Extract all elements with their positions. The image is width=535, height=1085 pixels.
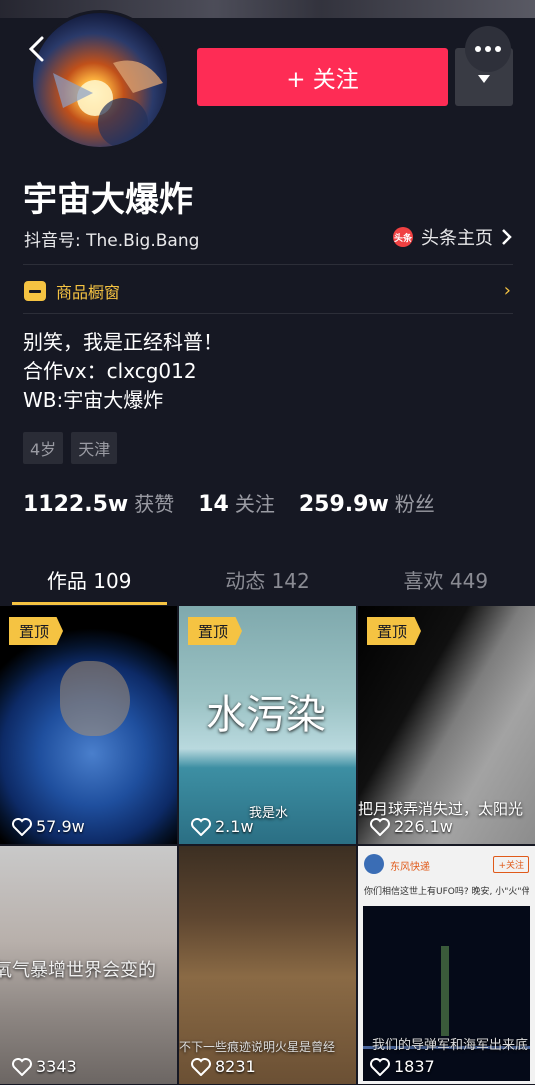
follow-button[interactable]: + 关注 [197,48,448,106]
like-count: 226.1w [370,817,453,836]
like-count-value: 3343 [36,1057,77,1076]
stat-label: 获赞 [134,492,175,516]
chevron-right-icon [502,229,512,245]
shop-icon [24,281,46,301]
dot-icon [495,46,501,52]
bio: 别笑，我是正经科普！ 合作vx：clxcg012 WB:宇宙大爆炸 [23,328,223,415]
heart-icon [191,1057,211,1076]
profile-header: + 关注 [0,0,535,150]
bio-line: WB:宇宙大爆炸 [23,388,164,412]
heart-icon [191,817,211,836]
stat-label: 关注 [234,492,275,516]
douyin-id: 抖音号: The.Big.Bang [24,231,200,251]
dot-icon [475,46,481,52]
like-count-value: 57.9w [36,817,85,836]
back-arrow-icon [28,36,44,62]
back-button[interactable] [22,34,52,64]
dot-icon [485,46,491,52]
like-count: 2.1w [191,817,254,836]
avatar[interactable] [30,10,170,150]
video-thumbnail[interactable]: 东风快递 +关注 你们相信这世上有UFO吗? 晚安, 小"火"伴~ 我们的导弹军… [358,846,535,1084]
rocket-shape [441,946,449,1036]
like-count-value: 1837 [394,1057,435,1076]
heart-icon [12,817,32,836]
shop-label: 商品橱窗 [56,283,121,302]
bio-line: 合作vx：clxcg012 [23,359,197,383]
shop-window-link[interactable]: 商品橱窗 [24,279,120,303]
age-tag: 4岁 [23,432,64,464]
active-tab-indicator [12,602,167,605]
toutiao-label: 头条主页 [421,228,493,249]
rocket-image [363,906,530,1081]
video-thumbnail[interactable]: 不下一些痕迹说明火星是曾经 8231 [179,846,356,1084]
account-avatar [364,854,384,874]
bio-line: 别笑，我是正经科普！ [23,330,223,354]
location-tag: 天津 [71,432,118,464]
video-thumbnail[interactable]: 置顶 水污染 我是水 2.1w [179,606,356,844]
content-tabs: 作品 109 动态 142 喜欢 449 [0,555,535,605]
tab-likes[interactable]: 喜欢 449 [357,555,535,605]
like-count: 3343 [12,1057,77,1076]
video-caption: 不下一些痕迹说明火星是曾经 [179,1040,336,1054]
pinned-badge: 置顶 [367,617,422,645]
post-text: 你们相信这世上有UFO吗? 晚安, 小"火"伴~ [364,887,529,897]
avatar-image [53,60,163,147]
like-count-value: 226.1w [394,817,453,836]
stat-followers[interactable]: 259.9w 粉丝 [299,488,435,517]
video-thumbnail[interactable]: 氧气暴增世界会变的 3343 [0,846,177,1084]
pinned-badge: 置顶 [188,617,243,645]
tab-works[interactable]: 作品 109 [0,555,178,605]
toutiao-icon: 头条 [393,227,413,247]
like-count: 57.9w [12,817,85,836]
like-count-value: 2.1w [215,817,254,836]
video-thumbnail[interactable]: 置顶 把月球弄消失过，太阳光 226.1w [358,606,535,844]
heart-icon [370,1057,390,1076]
video-grid: 置顶 57.9w 置顶 水污染 我是水 2.1w 置顶 把月球弄消失过，太阳光 … [0,606,535,1084]
video-subcaption: 我是水 [249,806,289,821]
more-menu-button[interactable] [465,26,511,72]
pinned-badge: 置顶 [9,617,64,645]
video-caption: 水污染 [206,692,326,738]
stat-number: 1122.5w [23,492,129,517]
profile-name: 宇宙大爆炸 [23,180,193,220]
like-count-value: 8231 [215,1057,256,1076]
video-thumbnail[interactable]: 置顶 57.9w [0,606,177,844]
profile-stats: 1122.5w 获赞 14 关注 259.9w 粉丝 [23,488,435,517]
video-caption: 把月球弄消失过，太阳光 [358,800,524,818]
divider [23,264,513,265]
follow-button-label: + 关注 [286,67,359,93]
account-name: 东风快递 [390,862,430,873]
toutiao-homepage-link[interactable]: 头条 头条主页 [393,224,513,250]
stat-number: 14 [198,492,229,517]
video-caption: 氧气暴增世界会变的 [0,960,156,981]
like-count: 1837 [370,1057,435,1076]
heart-icon [370,817,390,836]
like-count: 8231 [191,1057,256,1076]
small-follow-button: +关注 [493,856,529,873]
divider [23,313,513,314]
stat-following[interactable]: 14 关注 [198,488,275,517]
tab-dynamics[interactable]: 动态 142 [178,555,356,605]
stat-likes[interactable]: 1122.5w 获赞 [23,488,174,517]
video-caption: 我们的导弹军和海军出来底 [372,1038,529,1053]
stat-number: 259.9w [298,492,389,517]
shop-chevron-right-icon: › [503,280,511,301]
stat-label: 粉丝 [394,492,435,516]
profile-tags: 4岁 天津 [23,432,118,464]
heart-icon [12,1057,32,1076]
